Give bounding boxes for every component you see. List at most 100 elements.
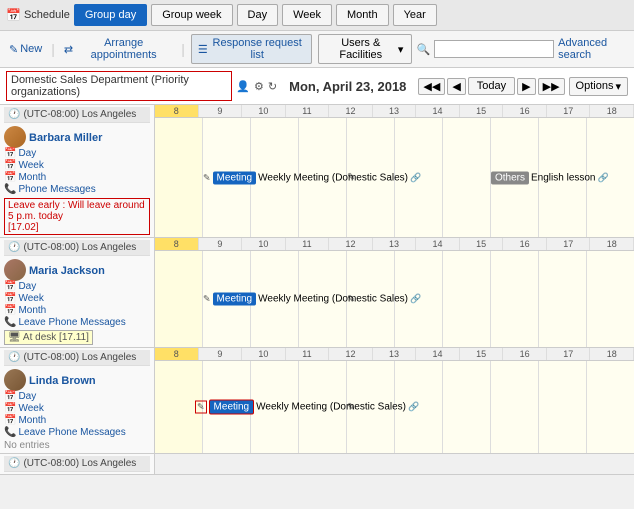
link-day-linda[interactable]: 📅 Day — [4, 391, 150, 402]
edit-icon-m: ✎ — [203, 294, 211, 305]
person-icon: 👤 — [236, 80, 250, 93]
bottom-spacer — [155, 454, 634, 474]
clock-icon-b: 🕐 — [8, 458, 20, 469]
event-area-linda: ✎ Meeting Weekly Meeting (Domestic Sales… — [155, 361, 634, 453]
link-week-barbara[interactable]: 📅 Week — [4, 160, 150, 171]
user-panel-linda: 🕐 (UTC-08:00) Los Angeles Linda Brown 📅 … — [0, 348, 155, 453]
date-bar: Domestic Sales Department (Priority orga… — [0, 68, 634, 105]
today-button[interactable]: Today — [468, 77, 515, 95]
link-phone-maria[interactable]: 📞 Leave Phone Messages — [4, 317, 150, 328]
nav-buttons: ◀◀ ◀ Today ▶ ▶▶ — [418, 77, 564, 95]
event-area-barbara: ✎ Meeting Weekly Meeting (Domestic Sales… — [155, 118, 634, 237]
clock-icon-maria: 🕐 — [8, 242, 20, 253]
next-next-button[interactable]: ▶▶ — [538, 78, 565, 95]
advanced-search-link[interactable]: Advanced search — [558, 37, 628, 61]
options-button[interactable]: Options ▾ — [569, 77, 628, 96]
time-18l: 18 — [590, 348, 634, 360]
time-13m: 13 — [373, 238, 417, 250]
cal-icon-l2: 📅 — [4, 403, 16, 414]
user-section-linda: 🕐 (UTC-08:00) Los Angeles Linda Brown 📅 … — [0, 348, 634, 454]
tab-week[interactable]: Week — [282, 4, 332, 26]
avatar-linda — [4, 369, 26, 391]
time-9: 9 — [199, 105, 243, 117]
settings-icon: ⚙ — [254, 80, 264, 93]
time-13: 13 — [373, 105, 417, 117]
next-button[interactable]: ▶ — [517, 78, 535, 95]
user-links-barbara: 📅 Day 📅 Week 📅 Month 📞 Phone Messages — [4, 148, 150, 195]
time-11: 11 — [286, 105, 330, 117]
time-16l: 16 — [503, 348, 547, 360]
calendar-body: 🕐 (UTC-08:00) Los Angeles Barbara Miller… — [0, 105, 634, 509]
link-week-maria[interactable]: 📅 Week — [4, 293, 150, 304]
timezone-linda: 🕐 (UTC-08:00) Los Angeles — [4, 350, 150, 366]
time-18: 18 — [590, 105, 634, 117]
link-month-linda[interactable]: 📅 Month — [4, 415, 150, 426]
tab-month[interactable]: Month — [336, 4, 389, 26]
avatar-maria — [4, 259, 26, 281]
response-request-button[interactable]: ☰ Response request list — [191, 34, 312, 64]
slot-9-linda: ✎ Meeting Weekly Meeting (Domestic Sales… — [203, 361, 251, 453]
user-name-barbara[interactable]: Barbara Miller — [29, 132, 102, 144]
event-barbara-meeting[interactable]: ✎ Meeting Weekly Meeting (Domestic Sales… — [203, 171, 423, 184]
link-phone-barbara[interactable]: 📞 Phone Messages — [4, 184, 150, 195]
user-name-linda[interactable]: Linda Brown — [29, 375, 96, 387]
time-18m: 18 — [590, 238, 634, 250]
time-10m: 10 — [242, 238, 286, 250]
time-9l: 9 — [199, 348, 243, 360]
schedule-icon: 📅 — [6, 8, 21, 22]
calendar-grid-maria: 8 9 10 11 12 13 14 15 16 17 18 ✎ — [155, 238, 634, 347]
time-10l: 10 — [242, 348, 286, 360]
time-15: 15 — [460, 105, 504, 117]
link-week-linda[interactable]: 📅 Week — [4, 403, 150, 414]
link-day-maria[interactable]: 📅 Day — [4, 281, 150, 292]
meeting-badge-l: Meeting — [209, 400, 255, 415]
event-maria-meeting[interactable]: ✎ Meeting Weekly Meeting (Domestic Sales… — [203, 293, 423, 306]
link-phone-linda[interactable]: 📞 Leave Phone Messages — [4, 427, 150, 438]
event-linda-meeting[interactable]: ✎ Meeting Weekly Meeting (Domestic Sales… — [195, 400, 425, 415]
link-month-barbara[interactable]: 📅 Month — [4, 172, 150, 183]
prev-button[interactable]: ◀ — [447, 78, 465, 95]
time-12l: 12 — [329, 348, 373, 360]
time-header-maria: 8 9 10 11 12 13 14 15 16 17 18 — [155, 238, 634, 251]
tab-group-day[interactable]: Group day — [74, 4, 147, 26]
link-icon-1: 🔗 — [410, 172, 421, 183]
link-day-barbara[interactable]: 📅 Day — [4, 148, 150, 159]
time-8: 8 — [155, 105, 199, 117]
schedule-label: 📅 Schedule — [6, 8, 70, 22]
slot-8-barbara — [155, 118, 203, 237]
sep1: | — [51, 41, 55, 57]
slot-15-linda — [491, 361, 539, 453]
meeting-badge-m: Meeting — [213, 293, 257, 306]
time-header-barbara: 8 9 10 11 12 13 14 15 16 17 18 — [155, 105, 634, 118]
event-barbara-others[interactable]: Others English lesson 🔗 — [491, 171, 621, 184]
arrange-icon: ⇄ — [64, 43, 73, 56]
arrange-button[interactable]: ⇄ Arrange appointments — [61, 35, 175, 63]
clock-icon: 🕐 — [8, 109, 20, 120]
clock-icon-linda: 🕐 — [8, 352, 20, 363]
tab-year[interactable]: Year — [393, 4, 437, 26]
tab-group-week[interactable]: Group week — [151, 4, 232, 26]
list-icon: ☰ — [198, 43, 208, 56]
current-date: Mon, April 23, 2018 — [289, 79, 406, 94]
link-month-maria[interactable]: 📅 Month — [4, 305, 150, 316]
user-name-maria[interactable]: Maria Jackson — [29, 265, 105, 277]
no-entries-linda: No entries — [4, 440, 150, 451]
dept-icons: 👤 ⚙ ↻ — [236, 80, 277, 93]
cal-icon-m3: 📅 — [4, 305, 16, 316]
time-header-linda: 8 9 10 11 12 13 14 15 16 17 18 — [155, 348, 634, 361]
slot-17-linda — [587, 361, 634, 453]
slot-9-maria: ✎ Meeting Weekly Meeting (Domestic Sales… — [203, 251, 251, 347]
users-facilities-dropdown[interactable]: Users & Facilities ▾ — [318, 34, 413, 64]
search-input[interactable] — [434, 40, 554, 58]
toolbar: ✎ New | ⇄ Arrange appointments | ☰ Respo… — [0, 31, 634, 68]
time-14l: 14 — [416, 348, 460, 360]
time-12: 12 — [329, 105, 373, 117]
tab-day[interactable]: Day — [237, 4, 279, 26]
sep2: | — [181, 41, 185, 57]
time-9m: 9 — [199, 238, 243, 250]
dept-label: Domestic Sales Department (Priority orga… — [6, 71, 232, 101]
prev-prev-button[interactable]: ◀◀ — [418, 78, 445, 95]
slot-14-linda — [443, 361, 491, 453]
time-14: 14 — [416, 105, 460, 117]
new-button[interactable]: ✎ New — [6, 41, 45, 58]
